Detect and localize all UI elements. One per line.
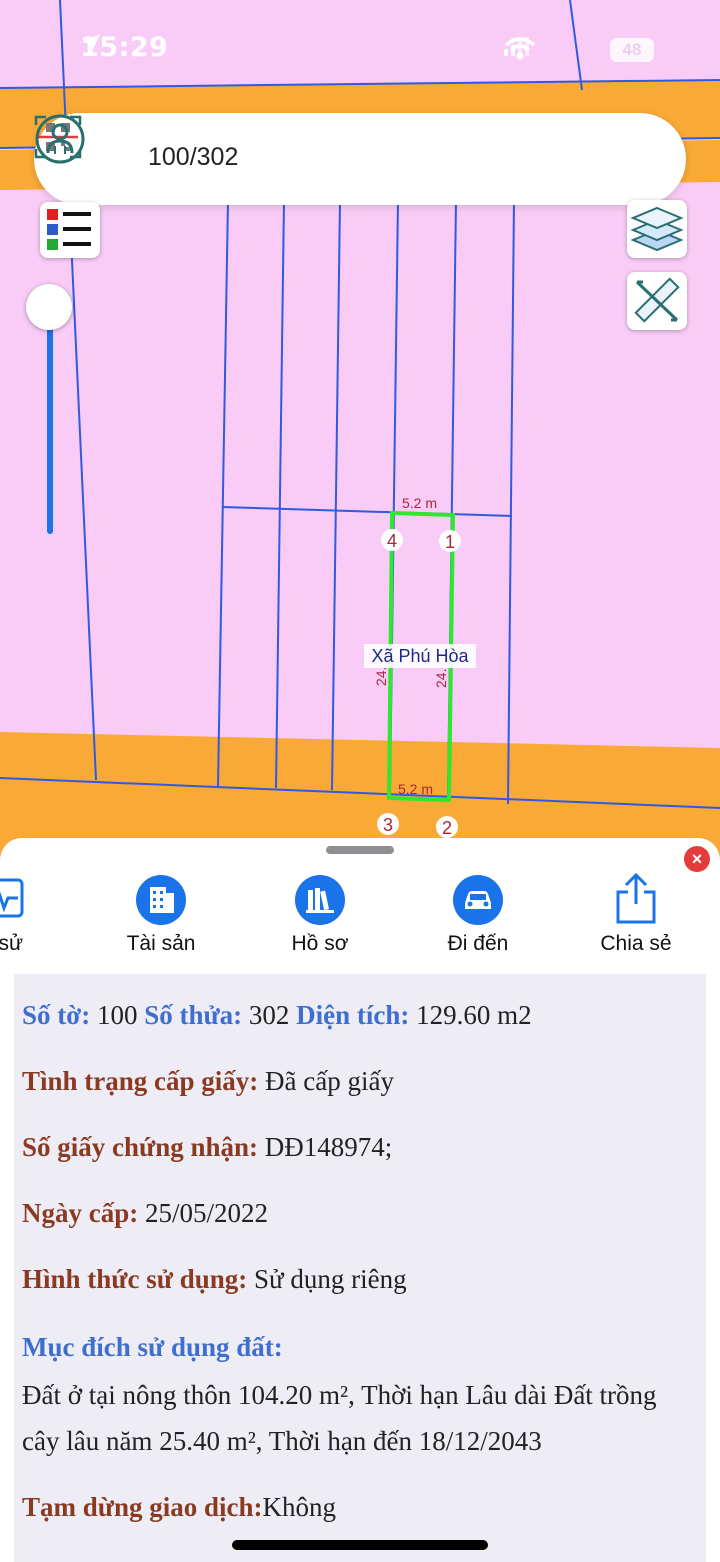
svg-text:4: 4 xyxy=(387,531,397,551)
history-button[interactable]: h sử xyxy=(0,872,62,972)
transaction-suspension-value: Không xyxy=(262,1492,337,1522)
issue-date-label: Ngày cấp: xyxy=(22,1198,139,1228)
parcel-number-value: 302 xyxy=(248,1000,290,1030)
certificate-number-value: DĐ148974; xyxy=(264,1132,393,1162)
vertex-marker-2: 2 xyxy=(436,816,458,838)
directions-label: Đi đến xyxy=(447,932,509,955)
legend-icon xyxy=(47,209,91,250)
home-indicator[interactable] xyxy=(232,1540,488,1550)
edge-label-left: 24. xyxy=(373,667,389,686)
parcel-info-sheet: × h sử Tài sản xyxy=(0,838,720,1562)
land-purpose-label-row: Mục đích sử dụng đất: xyxy=(22,1332,283,1363)
land-purpose-label: Mục đích sử dụng đất: xyxy=(22,1332,283,1362)
records-label: Hồ sơ xyxy=(291,932,349,955)
books-icon xyxy=(306,888,334,913)
search-input[interactable]: 100/302 xyxy=(148,143,238,172)
sheet-parcel-row: Số tờ: 100 Số thửa: 302 Diện tích: 129.6… xyxy=(22,1000,532,1031)
issue-date-value: 25/05/2022 xyxy=(145,1198,269,1228)
layers-icon xyxy=(630,206,684,252)
certificate-status-label: Tình trạng cấp giấy: xyxy=(22,1066,259,1096)
status-icons: 48 xyxy=(504,36,654,64)
area-value: 129.60 m2 xyxy=(416,1000,532,1030)
car-icon xyxy=(465,891,491,909)
vertex-marker-3: 3 xyxy=(377,813,399,835)
sheet-grabber[interactable] xyxy=(326,846,394,854)
land-purpose-value: Đất ở tại nông thôn 104.20 m², Thời hạn … xyxy=(22,1380,657,1456)
measure-button[interactable] xyxy=(627,272,687,330)
ruler-icon xyxy=(634,277,680,323)
legend-button[interactable] xyxy=(40,202,100,258)
directions-button[interactable]: Đi đến xyxy=(418,872,538,972)
history-chart-icon xyxy=(0,878,24,918)
certificate-status-value: Đã cấp giấy xyxy=(265,1066,394,1096)
svg-text:1: 1 xyxy=(445,532,455,552)
share-label: Chia sẻ xyxy=(600,932,672,955)
transaction-suspension-label: Tạm dừng giao dịch: xyxy=(22,1492,263,1522)
parcel-number-label: Số thửa: xyxy=(144,1000,243,1030)
assets-button[interactable]: Tài sản xyxy=(101,872,221,972)
action-bar: h sử Tài sản Hồ sơ xyxy=(0,872,720,972)
vertex-marker-4: 4 xyxy=(381,529,403,551)
svg-text:3: 3 xyxy=(383,815,393,835)
zoom-slider-track[interactable] xyxy=(47,310,53,534)
sheet-number-value: 100 xyxy=(96,1000,138,1030)
records-button[interactable]: Hồ sơ xyxy=(260,872,380,972)
parcel-details: Số tờ: 100 Số thửa: 302 Diện tích: 129.6… xyxy=(14,974,706,1562)
sheet-number-label: Số tờ: xyxy=(22,1000,91,1030)
wifi-icon xyxy=(504,37,536,60)
close-icon[interactable]: × xyxy=(684,846,710,872)
svg-text:2: 2 xyxy=(442,818,452,838)
map-view[interactable]: 5.2 m 5.2 m 24. 24. 4 1 3 2 Xã Phú Hòa 1… xyxy=(0,0,720,860)
edge-label-top: 5.2 m xyxy=(402,495,437,511)
history-label: h sử xyxy=(0,932,24,955)
issue-date-row: Ngày cấp: 25/05/2022 xyxy=(22,1198,268,1229)
battery-indicator: 48 xyxy=(610,38,654,62)
search-bar[interactable]: 100/302 xyxy=(34,113,686,205)
zoom-slider-thumb[interactable] xyxy=(26,284,72,330)
edge-label-right: 24. xyxy=(433,669,449,688)
user-icon[interactable] xyxy=(34,113,86,165)
usage-form-label: Hình thức sử dụng: xyxy=(22,1264,248,1294)
location-arrow-icon xyxy=(82,34,100,52)
commune-label: Xã Phú Hòa xyxy=(371,646,469,666)
edge-label-bottom: 5.2 m xyxy=(398,781,433,797)
share-button[interactable]: Chia sẻ xyxy=(576,872,696,972)
certificate-number-row: Số giấy chứng nhận: DĐ148974; xyxy=(22,1132,392,1163)
layers-button[interactable] xyxy=(627,200,687,258)
status-time: 15:29 xyxy=(80,32,169,63)
usage-form-row: Hình thức sử dụng: Sử dụng riêng xyxy=(22,1264,407,1295)
usage-form-value: Sử dụng riêng xyxy=(253,1264,407,1294)
area-label: Diện tích: xyxy=(296,1000,410,1030)
certificate-number-label: Số giấy chứng nhận: xyxy=(22,1132,259,1162)
transaction-suspension-row: Tạm dừng giao dịch:Không xyxy=(22,1492,336,1523)
share-icon xyxy=(616,872,656,924)
assets-label: Tài sản xyxy=(126,932,196,955)
building-icon xyxy=(150,887,174,913)
certificate-status-row: Tình trạng cấp giấy: Đã cấp giấy xyxy=(22,1066,394,1097)
vertex-marker-1: 1 xyxy=(439,530,461,552)
